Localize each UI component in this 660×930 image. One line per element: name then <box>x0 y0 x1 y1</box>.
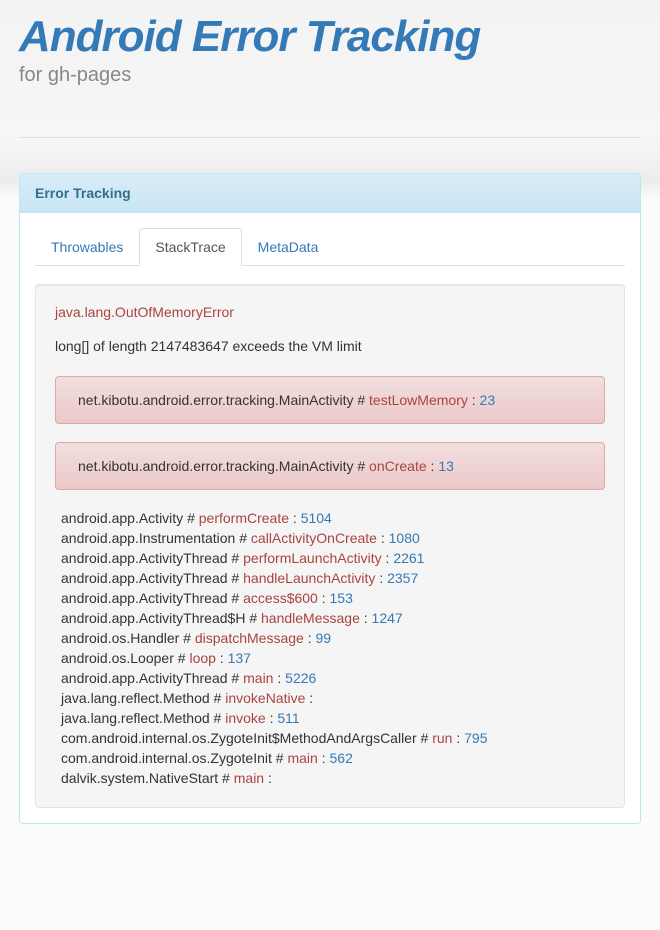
exception-class: java.lang.OutOfMemoryError <box>55 304 605 320</box>
frame-class: com.android.internal.os.ZygoteInit <box>61 750 272 766</box>
frame-class: android.app.Instrumentation <box>61 530 235 546</box>
tabs: ThrowablesStackTraceMetaData <box>35 228 625 266</box>
frame-line[interactable]: 23 <box>480 392 496 408</box>
frame-method: handleMessage <box>261 610 360 626</box>
stack-frame: dalvik.system.NativeStart # main : <box>61 768 605 788</box>
frame-method: main <box>287 750 317 766</box>
stack-frame: android.app.ActivityThread # main : 5226 <box>61 668 605 688</box>
divider <box>19 137 641 138</box>
frame-method: invokeNative <box>225 690 305 706</box>
stack-frame: android.app.ActivityThread # performLaun… <box>61 548 605 568</box>
tab-metadata[interactable]: MetaData <box>242 228 335 266</box>
frame-line[interactable]: 2261 <box>393 550 424 566</box>
frame-line[interactable]: 5104 <box>301 510 332 526</box>
panel-heading: Error Tracking <box>20 174 640 213</box>
exception-message: long[] of length 2147483647 exceeds the … <box>55 338 605 354</box>
frame-class: net.kibotu.android.error.tracking.MainAc… <box>78 458 353 474</box>
tab-throwables[interactable]: Throwables <box>35 228 139 266</box>
frame-class: android.os.Looper <box>61 650 174 666</box>
frame-line[interactable]: 1247 <box>372 610 403 626</box>
stacktrace-well: java.lang.OutOfMemoryError long[] of len… <box>35 284 625 808</box>
frame-line[interactable]: 13 <box>438 458 454 474</box>
frame-class: android.os.Handler <box>61 630 179 646</box>
frame-line[interactable]: 511 <box>277 710 299 726</box>
frame-class: android.app.ActivityThread <box>61 590 228 606</box>
stack-frame: android.app.ActivityThread # access$600 … <box>61 588 605 608</box>
page-subtitle: for gh-pages <box>19 64 641 137</box>
frame-class: android.app.ActivityThread <box>61 570 228 586</box>
frame-method: callActivityOnCreate <box>251 530 377 546</box>
frame-line[interactable]: 99 <box>316 630 332 646</box>
frame-class: java.lang.reflect.Method <box>61 690 210 706</box>
frame-method: dispatchMessage <box>195 630 304 646</box>
tab-stacktrace[interactable]: StackTrace <box>139 228 241 266</box>
frame-line[interactable]: 2357 <box>387 570 418 586</box>
frame-method: loop <box>189 650 215 666</box>
frame-method: access$600 <box>243 590 318 606</box>
frame-method: onCreate <box>369 458 427 474</box>
frame-method: performCreate <box>199 510 289 526</box>
panel-body: ThrowablesStackTraceMetaData java.lang.O… <box>20 213 640 823</box>
frame-line[interactable]: 153 <box>330 590 353 606</box>
frame-class: com.android.internal.os.ZygoteInit$Metho… <box>61 730 417 746</box>
stack-frame: java.lang.reflect.Method # invoke : 511 <box>61 708 605 728</box>
stack-frame: android.app.Instrumentation # callActivi… <box>61 528 605 548</box>
frame-method: main <box>234 770 264 786</box>
frame-line[interactable]: 137 <box>228 650 251 666</box>
stack-frame: android.os.Handler # dispatchMessage : 9… <box>61 628 605 648</box>
frame-method: testLowMemory <box>369 392 468 408</box>
frame-class: dalvik.system.NativeStart <box>61 770 218 786</box>
stack-frame: android.os.Looper # loop : 137 <box>61 648 605 668</box>
app-stack-frame: net.kibotu.android.error.tracking.MainAc… <box>55 376 605 424</box>
app-stack-frame: net.kibotu.android.error.tracking.MainAc… <box>55 442 605 490</box>
frame-method: invoke <box>225 710 265 726</box>
frame-line[interactable]: 795 <box>464 730 487 746</box>
stack-frame: com.android.internal.os.ZygoteInit$Metho… <box>61 728 605 748</box>
frame-line[interactable]: 1080 <box>389 530 420 546</box>
frame-line[interactable]: 562 <box>330 750 353 766</box>
stack-frame: android.app.Activity # performCreate : 5… <box>61 508 605 528</box>
system-frames: android.app.Activity # performCreate : 5… <box>55 508 605 788</box>
stack-frame: android.app.ActivityThread$H # handleMes… <box>61 608 605 628</box>
frame-method: handleLaunchActivity <box>243 570 375 586</box>
frame-class: android.app.ActivityThread <box>61 670 228 686</box>
frame-class: android.app.Activity <box>61 510 183 526</box>
frame-class: java.lang.reflect.Method <box>61 710 210 726</box>
page-title: Android Error Tracking <box>19 0 641 64</box>
stack-frame: com.android.internal.os.ZygoteInit # mai… <box>61 748 605 768</box>
frame-class: net.kibotu.android.error.tracking.MainAc… <box>78 392 353 408</box>
frame-method: run <box>432 730 452 746</box>
stack-frame: android.app.ActivityThread # handleLaunc… <box>61 568 605 588</box>
frame-method: performLaunchActivity <box>243 550 382 566</box>
frame-class: android.app.ActivityThread <box>61 550 228 566</box>
frame-line[interactable]: 5226 <box>285 670 316 686</box>
frame-method: main <box>243 670 273 686</box>
frame-class: android.app.ActivityThread$H <box>61 610 245 626</box>
error-tracking-panel: Error Tracking ThrowablesStackTraceMetaD… <box>19 173 641 824</box>
stack-frame: java.lang.reflect.Method # invokeNative … <box>61 688 605 708</box>
